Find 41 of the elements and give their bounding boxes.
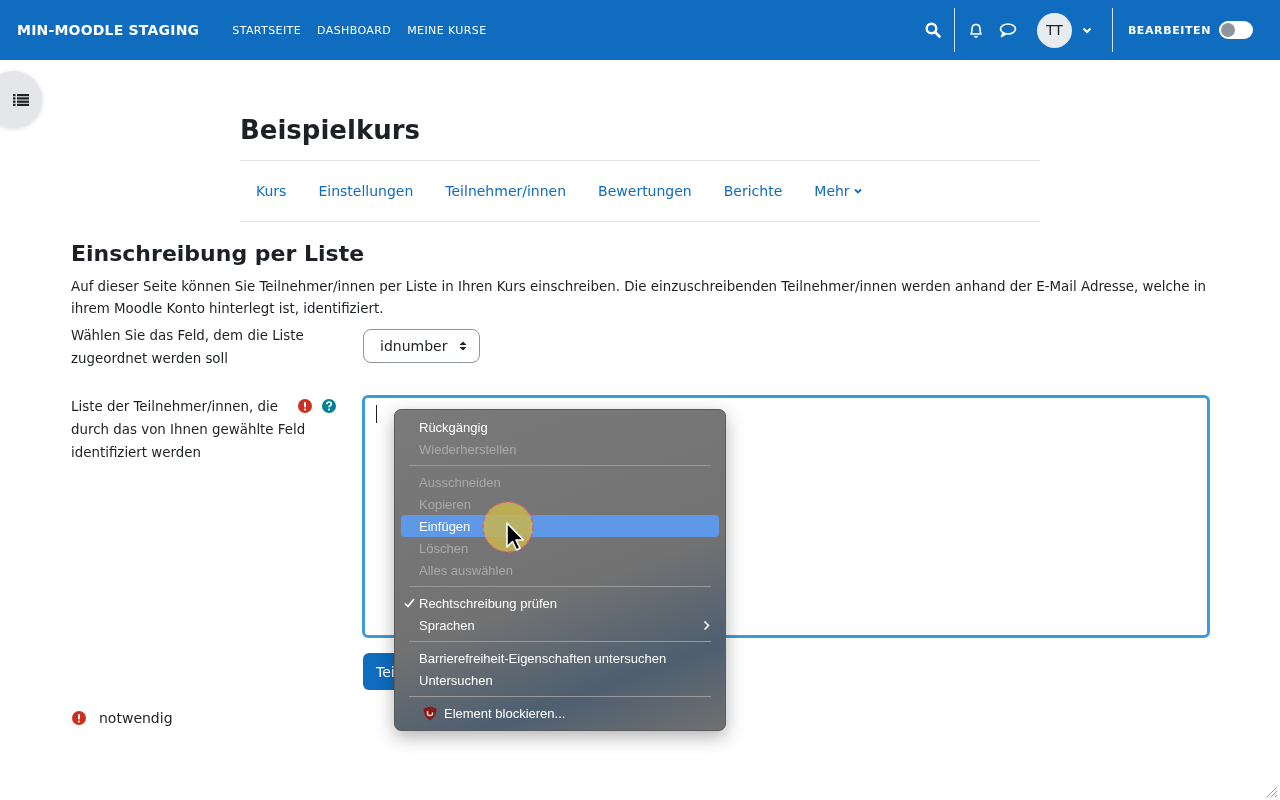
chat-icon[interactable] [998,22,1017,38]
menu-item[interactable]: Barrierefreiheit-Eigenschaften untersuchen [401,647,719,669]
field-select[interactable]: idnumber [363,329,481,363]
required-note: notwendig [99,710,173,726]
edit-mode-label: BEARBEITEN [1127,23,1211,37]
edit-mode-toggle[interactable] [1219,21,1253,39]
course-tab[interactable]: Berichte [707,183,799,199]
bell-icon[interactable] [967,21,984,39]
course-tab[interactable]: Teilnehmer/innen [429,183,583,199]
menu-item[interactable]: Rechtschreibung prüfen [401,592,719,614]
list-label: Liste der Teilnehmer/innen, die durch das von Ihnen gewählte Feld identifiziert werden [71,398,306,462]
page-heading: Einschreibung per Liste [71,240,366,268]
menu-item[interactable]: Element blockieren... [401,702,719,724]
nav-link[interactable]: MEINE KURSE [407,23,487,37]
chevron-right-icon [703,620,710,631]
resize-grip-icon [1266,786,1278,798]
field-label: Wählen Sie das Feld, dem die Liste zugeordnet werden soll [71,327,305,368]
menu-item[interactable]: Untersuchen [401,669,719,691]
course-index-button[interactable] [0,71,42,128]
site-name[interactable]: MIN-MOODLE STAGING [17,22,200,38]
course-tab[interactable]: Einstellungen [302,183,430,199]
course-tab[interactable]: Mehr [798,183,878,199]
caret-icon[interactable] [1081,26,1092,34]
nav-link[interactable]: DASHBOARD [317,23,392,37]
menu-item[interactable]: Rückgängig [401,416,719,438]
sort-arrows-icon [459,340,468,352]
search-icon[interactable] [924,22,941,38]
nav-link[interactable]: STARTSEITE [232,23,302,37]
caret-icon [853,188,862,194]
help-icon[interactable] [322,399,336,413]
intro-text: Auf dieser Seite können Sie Teilnehmer/innen per Liste in Ihren Kurs einschreiben. Die einzuschreibenden Teilnehmer/innen werden anhand der E-Mail Adresse, welche in ihrem Moodle Konto hinterlegt ist, identifiziert. [71,278,1207,318]
course-title: Beispielkurs [240,114,421,147]
user-avatar[interactable]: TT [1036,12,1072,48]
required-icon [72,711,86,725]
course-tab[interactable]: Kurs [240,183,303,199]
checkmark-icon [404,598,415,608]
shield-icon [423,705,437,721]
list-icon [13,93,29,106]
mouse-pointer-icon [482,501,536,555]
course-tab[interactable]: Bewertungen [582,183,708,199]
menu-item[interactable]: Sprachen [401,614,719,636]
